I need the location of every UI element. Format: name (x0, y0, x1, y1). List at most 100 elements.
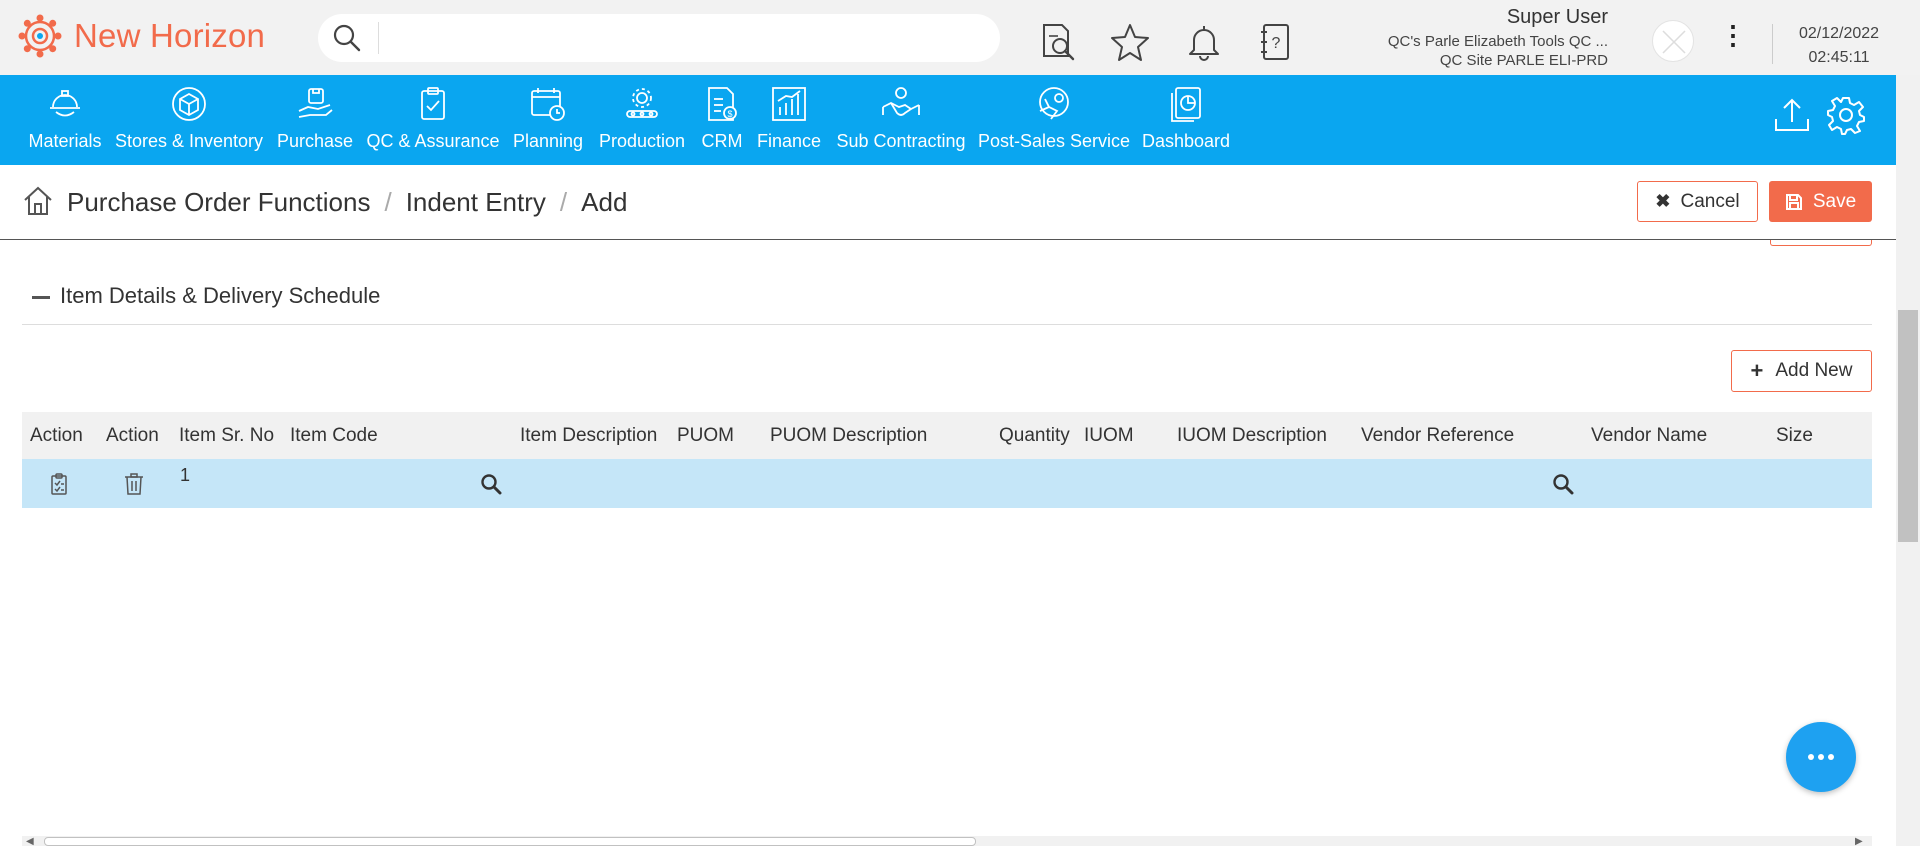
nav-label: QC & Assurance (366, 131, 500, 151)
item-details-table: Action Action Item Sr. No Item Code Item… (22, 412, 1872, 508)
breadcrumb-item[interactable]: Indent Entry (406, 187, 546, 218)
nav-item-stores-inventory[interactable]: Stores & Inventory (114, 75, 264, 165)
nav-label: Planning (512, 131, 584, 151)
upload-icon[interactable] (1772, 95, 1812, 135)
nav-item-finance[interactable]: Finance (756, 75, 822, 165)
nav-label: Finance (756, 131, 822, 151)
nav-label: Post-Sales Service (977, 131, 1131, 151)
bell-icon[interactable] (1184, 22, 1224, 62)
clipboard-schedule-icon[interactable] (50, 473, 68, 495)
chat-dots-icon (1808, 754, 1834, 760)
column-header: Vendor Reference (1361, 425, 1515, 446)
column-header: PUOM (677, 425, 734, 446)
nav-label: Materials (28, 131, 102, 151)
save-label: Save (1812, 190, 1857, 212)
item-code-search-icon[interactable] (480, 473, 502, 495)
column-header: Quantity (999, 425, 1070, 446)
gear-conveyor-icon (626, 88, 658, 118)
search-divider (378, 22, 379, 54)
settings-icon[interactable] (1826, 95, 1866, 135)
svg-text:?: ? (1272, 35, 1281, 52)
column-header: Item Code (290, 425, 378, 446)
column-header: IUOM (1084, 425, 1134, 446)
breadcrumb: Purchase Order Functions / Indent Entry … (67, 187, 627, 218)
date-time: 02/12/2022 02:45:11 (1784, 22, 1894, 70)
table-row[interactable]: 1 (22, 459, 1872, 508)
app-logo[interactable]: New Horizon (18, 14, 265, 58)
collapse-icon[interactable] (32, 296, 50, 299)
service-icon (1039, 87, 1069, 120)
helmet-icon (50, 90, 80, 117)
current-time: 02:45:11 (1808, 49, 1870, 66)
vendor-search-icon[interactable] (1552, 473, 1574, 495)
header-divider (1772, 24, 1773, 64)
nav-label: Stores & Inventory (114, 131, 264, 151)
home-icon[interactable] (22, 185, 54, 217)
column-header: IUOM Description (1177, 425, 1327, 446)
document-search-icon[interactable] (1038, 22, 1078, 62)
breadcrumb-item-current: Add (581, 187, 628, 217)
global-search[interactable] (318, 14, 1000, 62)
column-header: Vendor Name (1591, 425, 1708, 446)
breadcrumb-separator: / (559, 187, 568, 217)
chat-button[interactable] (1786, 722, 1856, 792)
floppy-disk-icon (1785, 193, 1802, 210)
close-icon: ✖ (1655, 191, 1671, 211)
nav-item-production[interactable]: Production (598, 75, 686, 165)
nav-label: Sub Contracting (836, 131, 966, 151)
avatar[interactable] (1652, 20, 1694, 62)
nav-label: CRM (701, 131, 743, 151)
column-header: Item Description (520, 425, 658, 446)
section-title[interactable]: Item Details & Delivery Schedule (60, 283, 380, 309)
current-date: 02/12/2022 (1798, 25, 1880, 42)
user-organization: QC's Parle Elizabeth Tools QC ... (1387, 33, 1608, 50)
nav-item-post-sales-service[interactable]: Post-Sales Service (977, 75, 1131, 165)
top-header: New Horizon ? Super User QC's Parle Eliz… (0, 0, 1920, 75)
user-site: QC Site PARLE ELI-PRD (1439, 52, 1608, 69)
save-button[interactable]: Save (1769, 181, 1872, 222)
nav-item-crm[interactable]: $ CRM (700, 75, 744, 165)
nav-item-materials[interactable]: Materials (28, 75, 102, 165)
app-name: New Horizon (74, 17, 266, 54)
user-name: Super User (1506, 6, 1608, 28)
scroll-left-icon[interactable]: ◀ (26, 836, 34, 846)
user-info[interactable]: Super User QC's Parle Elizabeth Tools QC… (1388, 6, 1608, 69)
scroll-right-icon[interactable]: ▶ (1855, 836, 1863, 846)
cancel-button[interactable]: ✖ Cancel (1637, 181, 1758, 222)
module-nav: Materials Stores & Inventory Purchase QC… (0, 75, 1896, 165)
star-icon[interactable] (1110, 22, 1150, 62)
gear-logo-icon (18, 14, 62, 58)
pie-document-icon (1171, 87, 1201, 122)
item-sr-no: 1 (180, 465, 191, 485)
column-header: Size (1776, 425, 1813, 446)
breadcrumb-separator: / (384, 187, 392, 217)
clipboard-check-icon (421, 87, 445, 120)
nav-item-qc-assurance[interactable]: QC & Assurance (366, 75, 500, 165)
nav-item-sub-contracting[interactable]: Sub Contracting (836, 75, 966, 165)
vertical-scrollbar-thumb[interactable] (1898, 310, 1918, 542)
nav-item-planning[interactable]: Planning (512, 75, 584, 165)
invoice-icon: $ (708, 87, 737, 121)
hand-bag-icon (298, 88, 333, 118)
add-new-button[interactable]: + Add New (1731, 350, 1872, 392)
search-input[interactable] (388, 22, 978, 54)
plus-icon: + (1750, 358, 1764, 383)
search-icon[interactable] (332, 23, 362, 53)
horizontal-scrollbar-thumb[interactable] (44, 837, 976, 846)
add-new-label: Add New (1775, 360, 1853, 381)
avatar-placeholder-icon (1662, 30, 1686, 54)
svg-text:$: $ (727, 109, 732, 119)
more-options-icon[interactable]: ⋮ (1720, 20, 1746, 50)
nav-item-dashboard[interactable]: Dashboard (1140, 75, 1232, 165)
column-header: Action (106, 425, 159, 446)
table-header-row: Action Action Item Sr. No Item Code Item… (22, 412, 1872, 459)
bar-chart-icon (772, 87, 806, 121)
section-header: Item Details & Delivery Schedule (22, 280, 1872, 325)
help-book-icon[interactable]: ? (1256, 22, 1296, 62)
nav-item-purchase[interactable]: Purchase (276, 75, 354, 165)
breadcrumb-item[interactable]: Purchase Order Functions (67, 187, 370, 218)
nav-label: Purchase (276, 131, 354, 151)
nav-label: Dashboard (1141, 131, 1231, 151)
trash-icon[interactable] (124, 473, 144, 495)
calendar-clock-icon (531, 88, 565, 121)
